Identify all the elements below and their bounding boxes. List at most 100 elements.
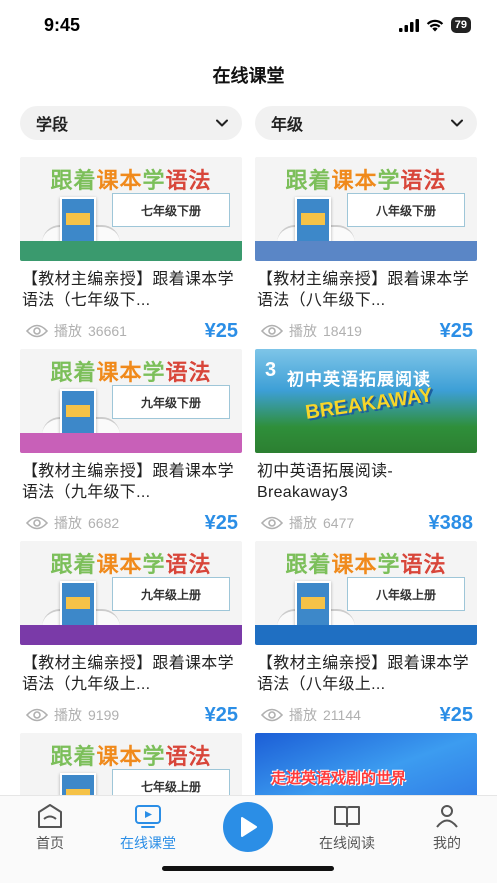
play-label: 播放 xyxy=(289,707,317,723)
thumbnail-title: 跟着课本学语法 xyxy=(50,360,212,385)
play-count: 播放 18419 xyxy=(261,321,362,341)
reading-icon xyxy=(334,806,360,827)
course-title: 【教材主编亲授】跟着课本学语法（九年级上... xyxy=(22,655,234,693)
tab-home-label: 首页 xyxy=(36,835,64,851)
thumbnail-logo-word: BREAKAWAY xyxy=(304,384,435,424)
tab-online-class[interactable]: 在线课堂 xyxy=(103,802,193,853)
play-count: 播放 9199 xyxy=(26,705,119,725)
textbook-cover-icon xyxy=(60,389,96,435)
course-meta: 播放 6477 ¥388 xyxy=(255,511,477,535)
course-price: ¥388 xyxy=(428,511,474,534)
course-price: ¥25 xyxy=(204,703,238,726)
play-count-value: 18419 xyxy=(323,323,362,339)
play-label: 播放 xyxy=(54,323,82,339)
play-count: 播放 6477 xyxy=(261,513,354,533)
grade-label: 九年级上册 xyxy=(112,577,230,611)
course-title: 【教材主编亲授】跟着课本学语法（八年级下... xyxy=(257,271,469,309)
textbook-cover-icon xyxy=(295,581,331,627)
play-count: 播放 6682 xyxy=(26,513,119,533)
course-card[interactable]: 跟着课本学语法 九年级上册 【教材主编亲授】跟着课本学语法（九年级上... 播放… xyxy=(20,541,242,727)
status-bar: 9:45 79 xyxy=(0,0,497,50)
video-icon xyxy=(135,805,161,828)
tab-profile-label: 我的 xyxy=(433,835,461,851)
eye-icon xyxy=(26,324,48,338)
course-thumbnail: 跟着课本学语法 九年级下册 xyxy=(20,349,242,453)
color-band xyxy=(20,625,242,645)
play-count-value: 21144 xyxy=(323,707,361,723)
wifi-icon xyxy=(426,19,443,31)
home-indicator xyxy=(162,866,334,871)
course-thumbnail: 跟着课本学语法 八年级上册 xyxy=(255,541,477,645)
grade-filter-dropdown[interactable]: 年级 xyxy=(255,106,477,140)
play-count: 播放 21144 xyxy=(261,705,361,725)
textbook-cover-icon xyxy=(60,581,96,627)
play-count-value: 6682 xyxy=(88,515,120,531)
course-card[interactable]: 3 初中英语拓展阅读 BREAKAWAY 初中英语拓展阅读-Breakaway3… xyxy=(255,349,477,535)
stage-filter-label: 学段 xyxy=(36,117,69,134)
eye-icon xyxy=(26,708,48,722)
grade-filter-label: 年级 xyxy=(271,117,304,134)
status-icons: 79 xyxy=(398,17,471,33)
tab-online-reading-label: 在线阅读 xyxy=(319,835,375,851)
profile-icon xyxy=(436,805,458,828)
course-thumbnail: 跟着课本学语法 八年级下册 xyxy=(255,157,477,261)
textbook-cover-icon xyxy=(60,773,96,797)
eye-icon xyxy=(261,708,283,722)
grade-label: 八年级下册 xyxy=(347,193,465,227)
chevron-down-icon xyxy=(216,119,228,127)
course-card[interactable]: 走进英语戏剧的世界 xyxy=(255,733,477,797)
course-price: ¥25 xyxy=(439,703,473,726)
status-time: 9:45 xyxy=(44,15,81,35)
play-label: 播放 xyxy=(54,515,82,531)
page-title: 在线课堂 xyxy=(212,66,285,86)
course-price: ¥25 xyxy=(204,319,238,342)
eye-icon xyxy=(261,324,283,338)
play-count: 播放 36661 xyxy=(26,321,127,341)
course-card[interactable]: 跟着课本学语法 七年级下册 【教材主编亲授】跟着课本学语法（七年级下... 播放… xyxy=(20,157,242,343)
course-price: ¥25 xyxy=(439,319,473,342)
course-card[interactable]: 跟着课本学语法 七年级上册 xyxy=(20,733,242,797)
tab-online-class-label: 在线课堂 xyxy=(120,835,176,851)
course-price: ¥25 xyxy=(204,511,238,534)
signal-icon xyxy=(398,18,419,32)
course-thumbnail: 走进英语戏剧的世界 xyxy=(255,733,477,797)
tab-home[interactable]: 首页 xyxy=(5,802,95,853)
play-label: 播放 xyxy=(54,707,82,723)
stage-filter-dropdown[interactable]: 学段 xyxy=(20,106,242,140)
grade-label: 七年级下册 xyxy=(112,193,230,227)
play-label: 播放 xyxy=(289,323,317,339)
course-thumbnail: 跟着课本学语法 七年级下册 xyxy=(20,157,242,261)
course-card[interactable]: 跟着课本学语法 九年级下册 【教材主编亲授】跟着课本学语法（九年级下... 播放… xyxy=(20,349,242,535)
course-title: 【教材主编亲授】跟着课本学语法（八年级上... xyxy=(257,655,469,693)
course-thumbnail: 3 初中英语拓展阅读 BREAKAWAY xyxy=(255,349,477,453)
grade-label: 八年级上册 xyxy=(347,577,465,611)
thumbnail-title: 走进英语戏剧的世界 xyxy=(271,770,407,787)
thumbnail-title: 跟着课本学语法 xyxy=(285,168,447,193)
grade-label: 七年级上册 xyxy=(112,769,230,797)
course-title: 【教材主编亲授】跟着课本学语法（九年级下... xyxy=(22,463,234,501)
textbook-cover-icon xyxy=(60,197,96,243)
center-play-button[interactable] xyxy=(223,802,273,852)
thumbnail-title: 跟着课本学语法 xyxy=(50,744,212,769)
play-count-value: 6477 xyxy=(323,515,355,531)
color-band xyxy=(20,433,242,453)
play-icon xyxy=(241,817,257,837)
color-band xyxy=(20,241,242,261)
battery-indicator: 79 xyxy=(450,17,471,33)
course-thumbnail: 跟着课本学语法 九年级上册 xyxy=(20,541,242,645)
play-count-value: 36661 xyxy=(88,323,127,339)
course-meta: 播放 9199 ¥25 xyxy=(20,703,242,727)
course-grid: 跟着课本学语法 七年级下册 【教材主编亲授】跟着课本学语法（七年级下... 播放… xyxy=(20,157,477,797)
course-card[interactable]: 跟着课本学语法 八年级下册 【教材主编亲授】跟着课本学语法（八年级下... 播放… xyxy=(255,157,477,343)
course-title: 【教材主编亲授】跟着课本学语法（七年级下... xyxy=(22,271,234,309)
chevron-down-icon xyxy=(451,119,463,127)
course-meta: 播放 21144 ¥25 xyxy=(255,703,477,727)
home-icon xyxy=(38,804,62,828)
tab-profile[interactable]: 我的 xyxy=(402,802,492,853)
play-count-value: 9199 xyxy=(88,707,120,723)
textbook-cover-icon xyxy=(295,197,331,243)
course-meta: 播放 18419 ¥25 xyxy=(255,319,477,343)
tab-online-reading[interactable]: 在线阅读 xyxy=(302,802,392,853)
course-card[interactable]: 跟着课本学语法 八年级上册 【教材主编亲授】跟着课本学语法（八年级上... 播放… xyxy=(255,541,477,727)
thumbnail-title: 跟着课本学语法 xyxy=(285,552,447,577)
